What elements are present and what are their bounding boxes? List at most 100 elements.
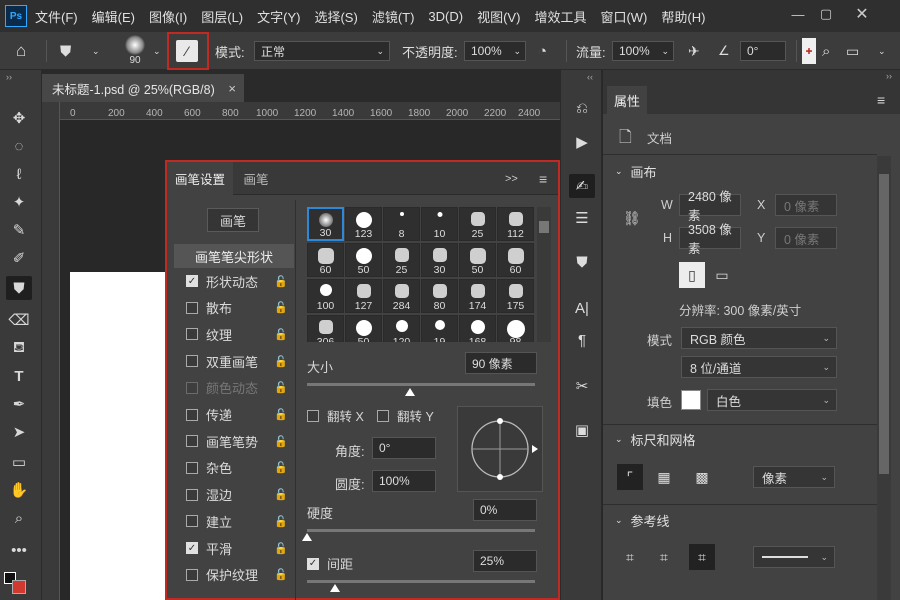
brush-grid-scrollbar[interactable] xyxy=(537,207,551,342)
landscape-icon[interactable]: ▭ xyxy=(709,262,735,288)
actions-icon[interactable]: ▶ xyxy=(569,130,595,154)
brush-option-row[interactable]: ✓ 形状动态 🔓 xyxy=(172,269,292,293)
x-input[interactable]: 0 像素 xyxy=(775,194,837,216)
workspace-icon[interactable]: ▭ xyxy=(846,41,859,61)
search-icon[interactable]: ⌕ xyxy=(822,41,830,61)
brush-option-row[interactable]: 双重画笔 🔓 xyxy=(172,349,292,373)
brush-option-row[interactable]: 湿边 🔓 xyxy=(172,483,292,507)
brush-tip-preset[interactable]: 50 xyxy=(345,243,382,277)
marquee-tool-icon[interactable]: ◌ xyxy=(6,134,32,158)
brush-option-row[interactable]: 颜色动态 🔓 xyxy=(172,376,292,400)
chevron-down-icon[interactable]: ⌄ xyxy=(92,41,100,61)
brush-settings-toggle-icon[interactable]: ⁄ xyxy=(176,40,198,62)
brush-preset-picker[interactable]: 90 xyxy=(122,35,148,69)
y-input[interactable]: 0 像素 xyxy=(775,227,837,249)
brush-option-row[interactable]: 纹理 🔓 xyxy=(172,322,292,346)
brush-tip-preset[interactable]: 25 xyxy=(459,207,496,241)
spacing-slider-track[interactable] xyxy=(307,580,535,583)
checkbox[interactable] xyxy=(186,355,198,368)
collapse-icon[interactable]: ›› xyxy=(886,71,892,81)
brush-tip-preset[interactable]: 284 xyxy=(383,279,420,313)
brush-tool-icon[interactable]: ⛊ xyxy=(6,276,32,300)
brush-tip-preset[interactable]: 100 xyxy=(307,279,344,313)
brush-option-row[interactable]: 保护纹理 🔓 xyxy=(172,563,292,587)
lock-icon[interactable]: 🔓 xyxy=(274,461,288,474)
lock-icon[interactable]: 🔓 xyxy=(274,275,288,288)
lock-icon[interactable]: 🔓 xyxy=(274,328,288,341)
angle-roundness-preview[interactable] xyxy=(457,406,543,492)
checkbox[interactable] xyxy=(186,301,198,314)
tools-icon[interactable]: ✂ xyxy=(569,374,595,398)
checkbox[interactable] xyxy=(186,435,198,448)
airbrush-icon[interactable]: ✈ xyxy=(688,41,700,61)
fill-color-swatch[interactable] xyxy=(681,390,701,410)
home-icon[interactable]: ⌂ xyxy=(16,41,26,61)
hardness-slider-track[interactable] xyxy=(307,529,535,532)
checkbox[interactable] xyxy=(186,488,198,501)
link-icon[interactable]: ⛓ xyxy=(623,210,641,227)
guide-style-dropdown[interactable]: ⌄ xyxy=(753,546,835,568)
hardness-slider-knob[interactable] xyxy=(302,533,312,541)
flow-field[interactable]: 100% ⌄ xyxy=(612,41,674,61)
eyedropper-tool-icon[interactable]: ✎ xyxy=(6,218,32,242)
brush-option-row[interactable]: ✓ 平滑 🔓 xyxy=(172,536,292,560)
brush-tip-preset[interactable]: 30 xyxy=(421,243,458,277)
close-window-icon[interactable]: ✕ xyxy=(850,4,874,24)
lock-icon[interactable]: 🔓 xyxy=(274,542,288,555)
brush-tip-preset[interactable]: 174 xyxy=(459,279,496,313)
spacing-checkbox[interactable]: ✓ 间距 xyxy=(307,554,353,573)
menu-select[interactable]: 选择(S) xyxy=(314,7,357,26)
eraser-tool-icon[interactable]: ⌫ xyxy=(6,308,32,332)
pressure-opacity-icon[interactable]: ◔ xyxy=(538,41,547,61)
color-mode-dropdown[interactable]: RGB 颜色 ⌄ xyxy=(681,327,837,349)
hand-tool-icon[interactable]: ✋ xyxy=(6,478,32,502)
paint-bucket-tool-icon[interactable]: ⛾ xyxy=(6,336,32,360)
brush-settings-icon[interactable]: ✍ xyxy=(569,174,595,198)
lasso-tool-icon[interactable]: ℓ xyxy=(6,162,32,186)
history-icon[interactable]: ⎌ xyxy=(569,96,595,120)
unit-dropdown[interactable]: 像素 ⌄ xyxy=(753,466,835,488)
brushes-icon[interactable]: ☰ xyxy=(569,206,595,230)
background-color-swatch[interactable] xyxy=(12,580,26,594)
checkbox[interactable] xyxy=(186,328,198,341)
brush-tip-preset[interactable]: 123 xyxy=(345,207,382,241)
brush-tip-shape-item[interactable]: 画笔笔尖形状 xyxy=(174,244,294,268)
brush-tip-preset[interactable]: 50 xyxy=(345,315,382,342)
lock-guides-icon[interactable]: ⌗ xyxy=(651,544,677,570)
lock-icon[interactable]: 🔓 xyxy=(274,408,288,421)
fill-dropdown[interactable]: 白色 ⌄ xyxy=(707,389,837,411)
maximize-icon[interactable]: ▢ xyxy=(814,4,838,24)
height-input[interactable]: 3508 像素 xyxy=(679,223,741,256)
brush-option-row[interactable]: 建立 🔓 xyxy=(172,509,292,533)
pixel-grid-icon[interactable]: ▩ xyxy=(689,464,715,490)
menu-view[interactable]: 视图(V) xyxy=(477,7,520,26)
brush-tip-preset[interactable]: 175 xyxy=(497,279,534,313)
checkbox[interactable]: ✓ xyxy=(186,542,198,554)
document-tab[interactable]: 未标题-1.psd @ 25%(RGB/8) × xyxy=(42,74,244,102)
brush-tip-preset[interactable]: 112 xyxy=(497,207,534,241)
move-tool-icon[interactable]: ✥ xyxy=(6,106,32,130)
panel-menu-icon[interactable]: ≡ xyxy=(539,162,547,195)
flip-y-checkbox[interactable]: 翻转 Y xyxy=(377,406,434,425)
size-slider-track[interactable] xyxy=(307,383,535,386)
character-icon[interactable]: A| xyxy=(569,296,595,320)
brush-tip-preset[interactable]: 80 xyxy=(421,279,458,313)
brush-tip-preset[interactable]: 306 xyxy=(307,315,344,342)
brush-tip-preset[interactable]: 19 xyxy=(421,315,458,342)
zoom-tool-icon[interactable]: ⌕ xyxy=(6,506,32,530)
pen-tool-icon[interactable]: ✒ xyxy=(6,392,32,416)
menu-edit[interactable]: 编辑(E) xyxy=(92,7,135,26)
brush-tip-preset[interactable]: 127 xyxy=(345,279,382,313)
magic-wand-tool-icon[interactable]: ✦ xyxy=(6,190,32,214)
rectangle-tool-icon[interactable]: ▭ xyxy=(6,450,32,474)
healing-brush-tool-icon[interactable]: ✐ xyxy=(6,246,32,270)
guides-icon[interactable]: ⌗ xyxy=(617,544,643,570)
checkbox[interactable] xyxy=(186,381,198,394)
smart-guides-icon[interactable]: ⌗ xyxy=(689,544,715,570)
brush-tip-preset[interactable]: 10 xyxy=(421,207,458,241)
brush-tip-preset[interactable]: 25 xyxy=(383,243,420,277)
tab-brush-settings[interactable]: 画笔设置 xyxy=(167,162,233,195)
size-input[interactable]: 90 像素 xyxy=(465,352,537,374)
checkbox[interactable] xyxy=(186,408,198,421)
checkbox[interactable] xyxy=(307,409,319,422)
